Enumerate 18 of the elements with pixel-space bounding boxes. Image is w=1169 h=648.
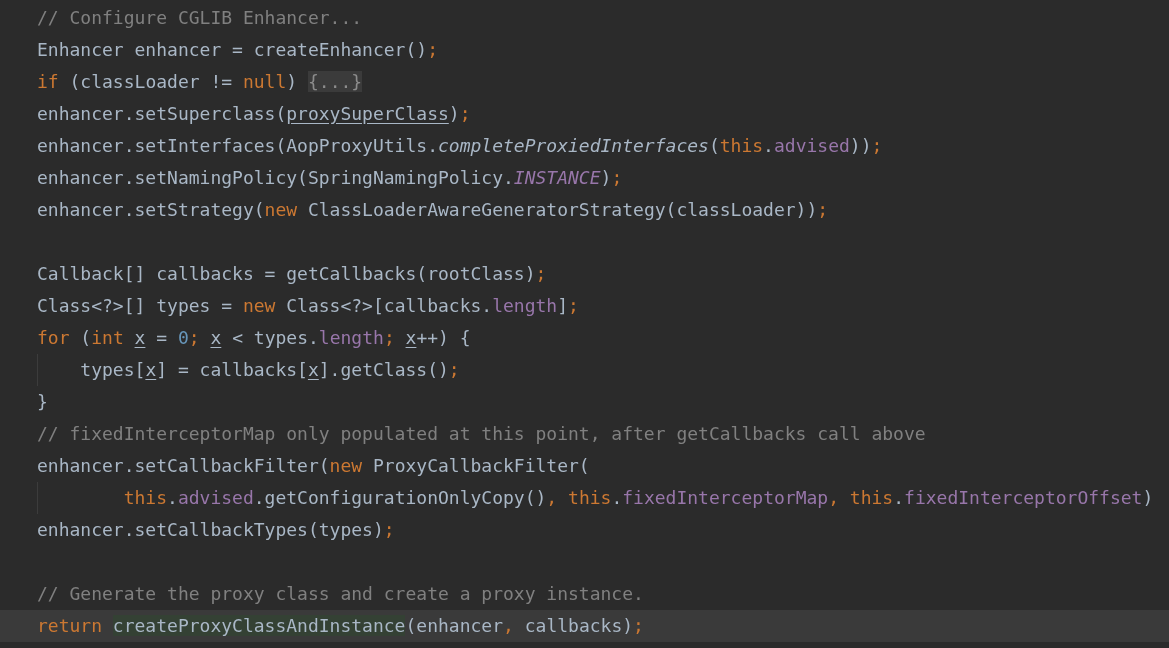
- code-line: for (int x = 0; x < types.length; x++) {: [37, 326, 471, 350]
- code-line: enhancer.setCallbackFilter(new ProxyCallbackFilter(: [37, 454, 590, 478]
- code-line: // Configure CGLIB Enhancer...: [37, 6, 363, 30]
- code-line: enhancer.setInterfaces(AopProxyUtils.completeProxiedInterfaces(this.advised));: [37, 134, 883, 158]
- code-line: }: [37, 390, 48, 414]
- code-line: if (classLoader != null) {...}: [37, 70, 363, 94]
- code-line: Enhancer enhancer = createEnhancer();: [37, 38, 438, 62]
- code-line: Callback[] callbacks = getCallbacks(rootClass);: [37, 262, 547, 286]
- code-line: enhancer.setNamingPolicy(SpringNamingPolicy.INSTANCE);: [37, 166, 623, 190]
- code-line: this.advised.getConfigurationOnlyCopy(), this.fixedInterceptorMap, this.fixedInterceptorOffset): [122, 486, 1154, 510]
- code-line: types[x] = callbacks[x].getClass();: [79, 358, 460, 382]
- code-line: enhancer.setSuperclass(proxySuperClass);: [37, 102, 471, 126]
- code-line: // fixedInterceptorMap only populated at this point, after getCallbacks call above: [37, 422, 926, 446]
- code-line: return createProxyClassAndInstance(enhancer, callbacks);: [37, 614, 644, 638]
- code-line: enhancer.setCallbackTypes(types);: [37, 518, 395, 542]
- code-line: Class<?>[] types = new Class<?>[callbacks.length];: [37, 294, 579, 318]
- code-line: enhancer.setStrategy(new ClassLoaderAwareGeneratorStrategy(classLoader));: [37, 198, 829, 222]
- code-line: // Generate the proxy class and create a proxy instance.: [37, 582, 644, 606]
